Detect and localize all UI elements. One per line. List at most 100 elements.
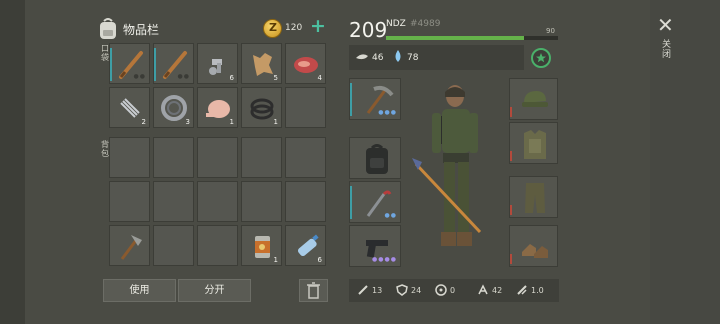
- durability-bar: [510, 205, 512, 215]
- backpack-slot-canned-food[interactable]: 1: [241, 225, 282, 266]
- inventory-header: 物品栏 Z 120 +: [97, 15, 337, 45]
- equip-slot-legs[interactable]: [509, 176, 558, 218]
- favorite-button[interactable]: [531, 48, 551, 68]
- item-count: 5: [273, 74, 278, 82]
- xp-fill: [386, 36, 524, 40]
- durability-bar: [510, 151, 512, 161]
- item-count: 6: [317, 256, 322, 264]
- camo-pants-icon: [525, 183, 545, 213]
- pocket-slot-4[interactable]: 5: [241, 43, 282, 84]
- stone-hatchet-icon: [120, 235, 142, 260]
- durability-bar: [510, 107, 512, 117]
- close-icon[interactable]: ✕: [657, 13, 674, 37]
- pocket-slot-6[interactable]: 2: [109, 87, 150, 128]
- backpack-slot[interactable]: [285, 181, 326, 222]
- attack-icon: [358, 285, 368, 295]
- attack-rate-value: 1.0: [531, 286, 544, 295]
- attack-value: 13: [372, 286, 383, 295]
- survival-stats: 46 78: [349, 45, 524, 70]
- item-count: 6: [229, 74, 234, 82]
- coin-count: 120: [285, 23, 303, 33]
- close-label[interactable]: 关闭: [662, 40, 672, 60]
- speed-icon: [478, 284, 488, 295]
- item-count: 1: [273, 118, 278, 126]
- boots-icon: [522, 244, 548, 258]
- combat-stats: 13 24 0 42 1.0: [349, 279, 559, 302]
- speed-value: 42: [492, 286, 503, 295]
- water-drop-icon: [395, 50, 401, 62]
- backpack-slot[interactable]: [153, 225, 194, 266]
- backpack-slot[interactable]: [153, 137, 194, 178]
- rarity-dots: ●●●: [378, 109, 397, 116]
- equip-slot-tool[interactable]: ●●: [349, 181, 401, 223]
- pocket-slot-2[interactable]: ●●: [153, 43, 194, 84]
- coin-icon: Z: [263, 19, 282, 38]
- item-count: 4: [317, 74, 322, 82]
- backpack-icon: [100, 18, 116, 39]
- backpack-slot[interactable]: [197, 137, 238, 178]
- character-figure: [412, 85, 482, 246]
- backpack-slot[interactable]: [285, 137, 326, 178]
- rarity-dots: ●●: [133, 73, 146, 80]
- tactical-backpack-icon: [366, 144, 388, 174]
- left-margin: [0, 0, 25, 324]
- equip-slot-sidearm[interactable]: ●●●●: [349, 225, 401, 267]
- backpack-slot[interactable]: [197, 225, 238, 266]
- backpack-slot[interactable]: [153, 181, 194, 222]
- backpack-slot-water-bottle[interactable]: 6: [285, 225, 326, 266]
- item-count: 3: [185, 118, 190, 126]
- rarity-dots: ●●: [384, 212, 397, 219]
- item-count: 1: [229, 118, 234, 126]
- backpack-slot[interactable]: [241, 181, 282, 222]
- pocket-slot-9[interactable]: 1: [241, 87, 282, 128]
- equip-slot-weapon[interactable]: ●●●: [349, 78, 401, 120]
- pocket-slot-8[interactable]: 1: [197, 87, 238, 128]
- water-value: 78: [407, 53, 419, 63]
- add-coins-button[interactable]: +: [310, 15, 326, 37]
- defense-value: 24: [411, 286, 422, 295]
- attack-rate-icon: [517, 285, 527, 295]
- backpack-slot-hatchet[interactable]: [109, 225, 150, 266]
- inventory-title: 物品栏: [123, 23, 160, 37]
- food-value: 46: [372, 53, 384, 63]
- trash-icon: [307, 282, 320, 299]
- army-cap-icon: [522, 91, 548, 107]
- star-icon: [536, 53, 546, 63]
- pocket-slot-5[interactable]: 4: [285, 43, 326, 84]
- equip-slot-backpack[interactable]: [349, 137, 401, 179]
- use-button[interactable]: 使用: [103, 279, 176, 302]
- equip-slot-chest[interactable]: [509, 122, 558, 164]
- radiation-value: 0: [450, 286, 456, 295]
- durability-bar: [350, 186, 352, 219]
- player-id: #4989: [410, 19, 441, 29]
- item-count: 2: [141, 118, 146, 126]
- durability-bar: [350, 83, 352, 116]
- equip-slot-head[interactable]: [509, 78, 558, 120]
- armor-vest-icon: [524, 130, 546, 159]
- durability-bar: [154, 48, 156, 81]
- right-margin: [650, 0, 720, 324]
- rarity-dots: ●●●●: [372, 256, 397, 263]
- backpack-slot[interactable]: [109, 137, 150, 178]
- trash-button[interactable]: [299, 279, 328, 302]
- radiation-icon: [435, 284, 447, 296]
- xp-max: 90: [546, 27, 555, 35]
- rarity-dots: ●●: [177, 73, 190, 80]
- pocket-slot-3[interactable]: 6: [197, 43, 238, 84]
- defense-icon: [396, 284, 408, 296]
- backpack-slot[interactable]: [241, 137, 282, 178]
- backpack-slot[interactable]: [197, 181, 238, 222]
- equip-slot-feet[interactable]: [509, 225, 558, 267]
- pocket-slot-7[interactable]: 3: [153, 87, 194, 128]
- pocket-slot-10[interactable]: [285, 87, 326, 128]
- split-button[interactable]: 分开: [178, 279, 251, 302]
- item-count: 1: [273, 256, 278, 264]
- durability-bar: [510, 254, 512, 264]
- player-level: 209: [349, 18, 388, 42]
- food-icon: [356, 54, 368, 60]
- xp-bar: [386, 36, 558, 40]
- durability-bar: [110, 48, 112, 81]
- pocket-slot-1[interactable]: ●●: [109, 43, 150, 84]
- backpack-slot[interactable]: [109, 181, 150, 222]
- player-name: NDZ: [386, 19, 406, 29]
